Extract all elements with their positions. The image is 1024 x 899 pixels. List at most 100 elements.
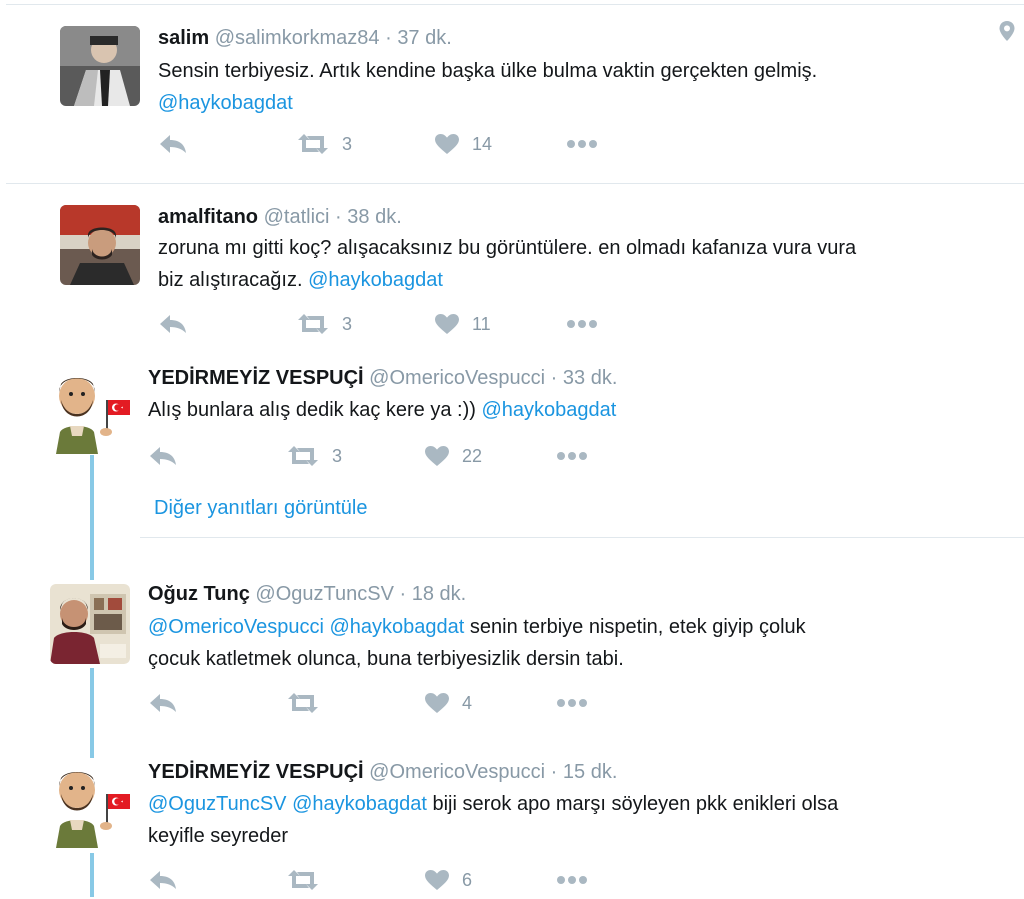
reply-icon <box>160 315 186 333</box>
author-name[interactable]: amalfitano <box>158 206 258 228</box>
author-name[interactable]: YEDİRMEYİZ VESPUÇİ <box>148 367 364 389</box>
retweet-button[interactable] <box>286 692 320 714</box>
author-name[interactable]: salim <box>158 27 209 49</box>
author-name[interactable]: Oğuz Tunç <box>148 583 250 605</box>
author-name[interactable]: YEDİRMEYİZ VESPUÇİ <box>148 761 364 783</box>
like-button[interactable]: 6 <box>424 869 472 891</box>
timestamp[interactable]: 33 dk. <box>563 367 617 389</box>
more-dots-icon <box>567 320 597 328</box>
heart-icon <box>435 314 459 334</box>
more-button[interactable] <box>556 692 588 714</box>
mention-link[interactable]: @haykobagdat <box>481 399 616 421</box>
mention-link[interactable]: @OmericoVespucci <box>148 616 324 638</box>
thread-line <box>90 668 94 758</box>
author-handle[interactable]: @salimkorkmaz84 <box>215 27 380 49</box>
reply-button[interactable] <box>148 692 178 714</box>
avatar[interactable] <box>50 584 130 664</box>
reply-icon <box>150 871 176 889</box>
avatar[interactable] <box>48 366 134 456</box>
timestamp[interactable]: 15 dk. <box>563 761 617 783</box>
tweet-text-line: çocuk katletmek olunca, buna terbiyesizl… <box>148 648 624 670</box>
retweet-button[interactable]: 3 <box>296 133 352 155</box>
divider <box>6 4 1024 5</box>
tweet-text: @OmericoVespucci @haykobagdat senin terb… <box>148 611 1008 675</box>
heart-icon <box>425 693 449 713</box>
like-button[interactable]: 11 <box>434 313 491 335</box>
more-button[interactable] <box>556 445 588 467</box>
tweet-text-content: senin terbiye nispetin, etek giyip çoluk <box>469 616 806 638</box>
separator: · <box>550 761 558 783</box>
mention-link[interactable]: @OguzTuncSV <box>148 793 287 815</box>
heart-icon <box>425 870 449 890</box>
retweet-icon <box>288 693 318 713</box>
tweet-text-content: Sensin terbiyesiz. Artık kendine başka ü… <box>158 60 818 82</box>
retweet-button[interactable]: 3 <box>286 445 342 467</box>
retweet-icon <box>298 134 328 154</box>
like-button[interactable]: 14 <box>434 133 492 155</box>
like-count: 6 <box>462 869 473 890</box>
more-button[interactable] <box>556 869 588 891</box>
author-handle[interactable]: @OmericoVespucci <box>369 761 545 783</box>
timestamp[interactable]: 18 dk. <box>412 583 466 605</box>
mention-link[interactable]: @haykobagdat <box>292 793 427 815</box>
retweet-count: 3 <box>342 133 353 154</box>
tweet-text: zoruna mı gitti koç? alışacaksınız bu gö… <box>158 232 1018 296</box>
show-more-replies-link[interactable]: Diğer yanıtları görüntüle <box>154 497 367 520</box>
retweet-icon <box>288 870 318 890</box>
mention-link[interactable]: @haykobagdat <box>308 269 443 291</box>
more-dots-icon <box>557 699 587 707</box>
separator: · <box>399 583 407 605</box>
timestamp[interactable]: 37 dk. <box>397 27 451 49</box>
tweet-actions: 4 <box>148 692 648 722</box>
tweet-actions: 3 14 <box>158 133 658 163</box>
reply-icon <box>150 447 176 465</box>
separator: · <box>385 27 392 49</box>
more-dots-icon <box>567 140 597 148</box>
more-button[interactable] <box>566 313 598 335</box>
heart-icon <box>425 446 449 466</box>
location-pin-icon[interactable] <box>998 20 1016 42</box>
like-count: 22 <box>462 445 483 466</box>
tweet-text: Sensin terbiyesiz. Artık kendine başka ü… <box>158 55 1018 119</box>
tweet-header: Oğuz Tunç @OguzTuncSV · 18 dk. <box>148 582 466 606</box>
tweet-header: YEDİRMEYİZ VESPUÇİ @OmericoVespucci · 33… <box>148 366 617 390</box>
tweet-text-line: zoruna mı gitti koç? alışacaksınız bu gö… <box>158 237 857 259</box>
author-handle[interactable]: @OguzTuncSV <box>255 583 394 605</box>
retweet-icon <box>298 314 328 334</box>
avatar[interactable] <box>48 760 134 850</box>
retweet-icon <box>288 446 318 466</box>
more-button[interactable] <box>566 133 598 155</box>
like-button[interactable]: 22 <box>424 445 482 467</box>
tweet-header: salim @salimkorkmaz84 · 37 dk. <box>158 26 452 50</box>
thread-line <box>90 853 94 897</box>
reply-icon <box>150 694 176 712</box>
mention-link[interactable]: @haykobagdat <box>158 92 293 114</box>
author-handle[interactable]: @tatlici <box>264 206 330 228</box>
retweet-count: 3 <box>332 445 343 466</box>
tweet-actions: 3 11 <box>158 313 658 343</box>
divider <box>140 537 1024 538</box>
more-dots-icon <box>557 876 587 884</box>
reply-button[interactable] <box>148 869 178 891</box>
tweet-header: YEDİRMEYİZ VESPUÇİ @OmericoVespucci · 15… <box>148 760 617 784</box>
avatar[interactable] <box>60 26 140 106</box>
retweet-count: 3 <box>342 313 353 334</box>
author-handle[interactable]: @OmericoVespucci <box>369 367 545 389</box>
mention-link[interactable]: @haykobagdat <box>329 616 464 638</box>
avatar[interactable] <box>60 205 140 285</box>
divider <box>6 183 1024 184</box>
reply-button[interactable] <box>158 313 188 335</box>
timestamp[interactable]: 38 dk. <box>347 206 401 228</box>
like-button[interactable]: 4 <box>424 692 472 714</box>
tweet-text-line: biz alıştıracağız. <box>158 269 303 291</box>
reply-button[interactable] <box>148 445 178 467</box>
retweet-button[interactable] <box>286 869 320 891</box>
retweet-button[interactable]: 3 <box>296 313 352 335</box>
tweet-header: amalfitano @tatlici · 38 dk. <box>158 205 402 229</box>
like-count: 11 <box>472 313 491 334</box>
heart-icon <box>435 134 459 154</box>
like-count: 14 <box>472 133 493 154</box>
reply-button[interactable] <box>158 133 188 155</box>
separator: · <box>550 367 558 389</box>
reply-icon <box>160 135 186 153</box>
